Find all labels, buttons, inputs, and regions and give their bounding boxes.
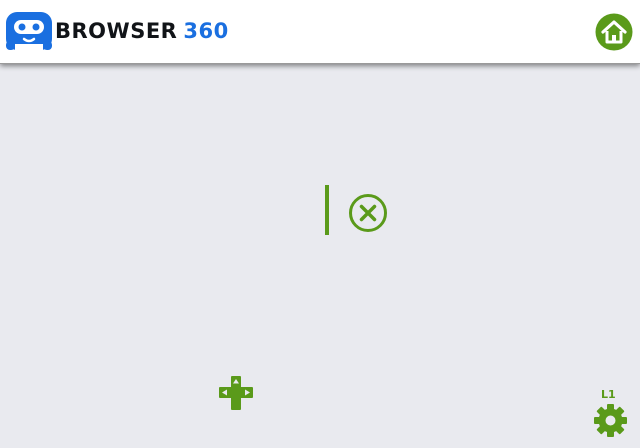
settings-control: L1 [592, 388, 632, 444]
robot-logo-icon [6, 12, 52, 51]
address-input-area [323, 184, 393, 238]
logo-number: 360 [183, 18, 229, 43]
gamepad-icon [219, 376, 253, 410]
logo-text: BROWSER 360 [55, 18, 229, 43]
settings-button[interactable] [594, 404, 627, 437]
top-bar: BROWSER 360 [0, 0, 640, 64]
close-circle-icon [349, 194, 387, 232]
text-cursor[interactable] [325, 185, 329, 235]
logo-word: BROWSER [55, 18, 178, 43]
gamepad-button[interactable] [218, 375, 254, 411]
settings-shortcut-label: L1 [601, 388, 616, 401]
close-button[interactable] [348, 193, 388, 233]
app-logo: BROWSER 360 [5, 11, 229, 51]
home-button[interactable] [595, 13, 633, 51]
gear-icon [594, 404, 627, 437]
